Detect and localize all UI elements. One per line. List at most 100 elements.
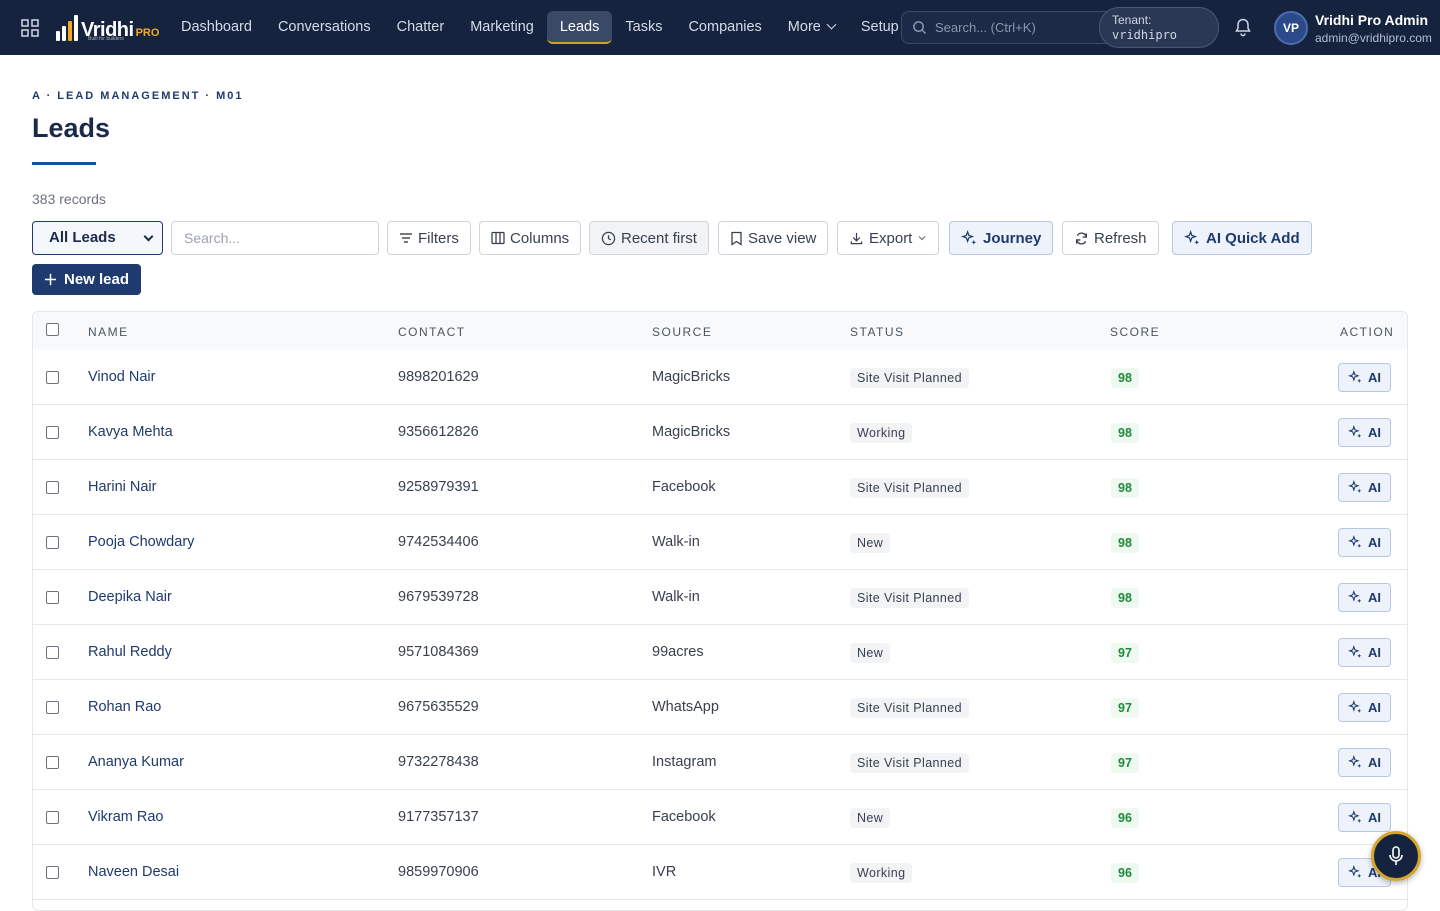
row-ai-label: AI	[1368, 700, 1381, 715]
view-select[interactable]: All Leads	[32, 221, 163, 255]
table-row[interactable]: Harini Nair 9258979391 Facebook Site Visit …	[33, 460, 1407, 515]
search-input[interactable]	[171, 221, 379, 255]
voice-assistant-button[interactable]	[1371, 831, 1421, 881]
table-row[interactable]: Vinod Nair 9898201629 MagicBricks Site Visi…	[33, 350, 1407, 405]
nav-item-more[interactable]: More	[775, 11, 848, 44]
row-ai-button[interactable]: AI	[1338, 473, 1391, 502]
lead-name-link[interactable]: Vinod Nair	[88, 369, 155, 385]
row-checkbox[interactable]	[46, 481, 59, 494]
header-name[interactable]: NAME	[88, 325, 129, 339]
row-checkbox[interactable]	[46, 426, 59, 439]
global-search[interactable]: Search... (Ctrl+K)	[901, 11, 1131, 44]
row-checkbox[interactable]	[46, 591, 59, 604]
nav-item-tasks[interactable]: Tasks	[612, 11, 675, 44]
lead-contact: 9177357137	[398, 809, 479, 825]
row-ai-label: AI	[1368, 425, 1381, 440]
export-button[interactable]: Export	[837, 221, 940, 255]
table-row[interactable]: Rahul Reddy 9571084369 99acres New 97 AI	[33, 625, 1407, 680]
table-row[interactable]: Naveen Desai 9859970906 IVR Working 96 AI	[33, 845, 1407, 900]
lead-source: MagicBricks	[652, 369, 731, 385]
filters-button[interactable]: Filters	[387, 221, 471, 255]
row-ai-button[interactable]: AI	[1338, 418, 1391, 447]
row-ai-button[interactable]: AI	[1338, 638, 1391, 667]
row-ai-button[interactable]: AI	[1338, 363, 1391, 392]
header-status[interactable]: STATUS	[850, 325, 905, 339]
row-checkbox[interactable]	[46, 756, 59, 769]
ai-quick-add-button[interactable]: AI Quick Add	[1172, 221, 1312, 255]
chevron-down-icon	[826, 19, 837, 30]
main-nav: Dashboard Conversations Chatter Marketin…	[168, 11, 912, 44]
recent-first-label: Recent first	[621, 229, 697, 247]
apps-grid-icon[interactable]	[21, 19, 39, 37]
page-title: Leads	[32, 113, 111, 143]
lead-source: Facebook	[652, 479, 716, 495]
columns-icon	[491, 231, 505, 245]
table-row[interactable]: Pooja Chowdary 9742534406 Walk-in New 98 AI	[33, 515, 1407, 570]
brand-tagline: Built for builders	[88, 36, 124, 42]
table-row[interactable]: Deepika Nair 9679539728 Walk-in Site Visit …	[33, 570, 1407, 625]
lead-name-link[interactable]: Deepika Nair	[88, 589, 172, 605]
nav-item-companies[interactable]: Companies	[675, 11, 774, 44]
row-ai-label: AI	[1368, 645, 1381, 660]
avatar[interactable]: VP	[1274, 11, 1308, 45]
row-ai-button[interactable]: AI	[1338, 803, 1391, 832]
new-lead-button[interactable]: New lead	[32, 264, 141, 295]
journey-button[interactable]: Journey	[949, 221, 1054, 255]
nav-item-leads[interactable]: Leads	[546, 11, 613, 44]
nav-item-more-label: More	[787, 19, 821, 35]
row-ai-button[interactable]: AI	[1338, 693, 1391, 722]
row-ai-button[interactable]: AI	[1338, 528, 1391, 557]
view-select-value: All Leads	[49, 229, 116, 246]
lead-name-link[interactable]: Rohan Rao	[88, 699, 161, 715]
nav-item-dashboard[interactable]: Dashboard	[168, 11, 265, 44]
row-checkbox[interactable]	[46, 371, 59, 384]
table-row[interactable]: Kavya Mehta 9356612826 MagicBricks Working 9…	[33, 405, 1407, 460]
recent-first-button[interactable]: Recent first	[589, 221, 709, 255]
row-ai-button[interactable]: AI	[1338, 583, 1391, 612]
table-row[interactable]: Rohan Rao 9675635529 WhatsApp Site Visit Pl…	[33, 680, 1407, 735]
score-badge: 97	[1111, 753, 1139, 773]
lead-name-link[interactable]: Pooja Chowdary	[88, 534, 194, 550]
brand-logo[interactable]: Vridhi PRO Built for builders	[56, 13, 160, 42]
row-checkbox[interactable]	[46, 811, 59, 824]
bell-icon[interactable]	[1233, 17, 1253, 37]
row-ai-button[interactable]: AI	[1338, 748, 1391, 777]
user-name: Vridhi Pro Admin	[1315, 12, 1429, 28]
lead-source: Walk-in	[652, 589, 700, 605]
columns-button[interactable]: Columns	[479, 221, 582, 255]
sparkles-icon	[1348, 535, 1362, 548]
search-icon	[913, 21, 927, 35]
table-row[interactable]: Vikram Rao 9177357137 Facebook New 96 AI	[33, 790, 1407, 845]
user-email: admin@vridhipro.com	[1315, 31, 1432, 45]
row-checkbox[interactable]	[46, 646, 59, 659]
lead-name-link[interactable]: Harini Nair	[88, 479, 157, 495]
row-checkbox[interactable]	[46, 536, 59, 549]
row-checkbox[interactable]	[46, 701, 59, 714]
lead-name-link[interactable]: Kavya Mehta	[88, 424, 173, 440]
status-badge: Site Visit Planned	[850, 753, 969, 773]
lead-name-link[interactable]: Ananya Kumar	[88, 754, 184, 770]
nav-item-marketing[interactable]: Marketing	[457, 11, 547, 44]
table-row[interactable]: Ananya Kumar 9732278438 Instagram Site Visi…	[33, 735, 1407, 790]
lead-source: WhatsApp	[652, 699, 719, 715]
select-all-checkbox[interactable]	[46, 323, 59, 336]
save-view-button[interactable]: Save view	[718, 221, 829, 255]
refresh-button[interactable]: Refresh	[1062, 221, 1159, 255]
brand-suffix: PRO	[135, 27, 160, 39]
header-score[interactable]: SCORE	[1110, 325, 1160, 339]
clock-icon	[601, 231, 616, 245]
filter-icon	[400, 233, 412, 243]
header-source[interactable]: SOURCE	[652, 325, 712, 339]
lead-contact: 9571084369	[398, 644, 479, 660]
lead-name-link[interactable]: Rahul Reddy	[88, 644, 172, 660]
row-checkbox[interactable]	[46, 866, 59, 879]
chevron-down-icon	[143, 231, 154, 242]
lead-name-link[interactable]: Naveen Desai	[88, 864, 179, 880]
tenant-switcher[interactable]: Tenant: vridhipro	[1099, 7, 1219, 48]
lead-name-link[interactable]: Vikram Rao	[88, 809, 163, 825]
nav-item-conversations[interactable]: Conversations	[265, 11, 384, 44]
refresh-icon	[1075, 231, 1088, 245]
nav-item-chatter[interactable]: Chatter	[384, 11, 458, 44]
header-contact[interactable]: CONTACT	[398, 325, 466, 339]
filters-label: Filters	[418, 229, 459, 247]
